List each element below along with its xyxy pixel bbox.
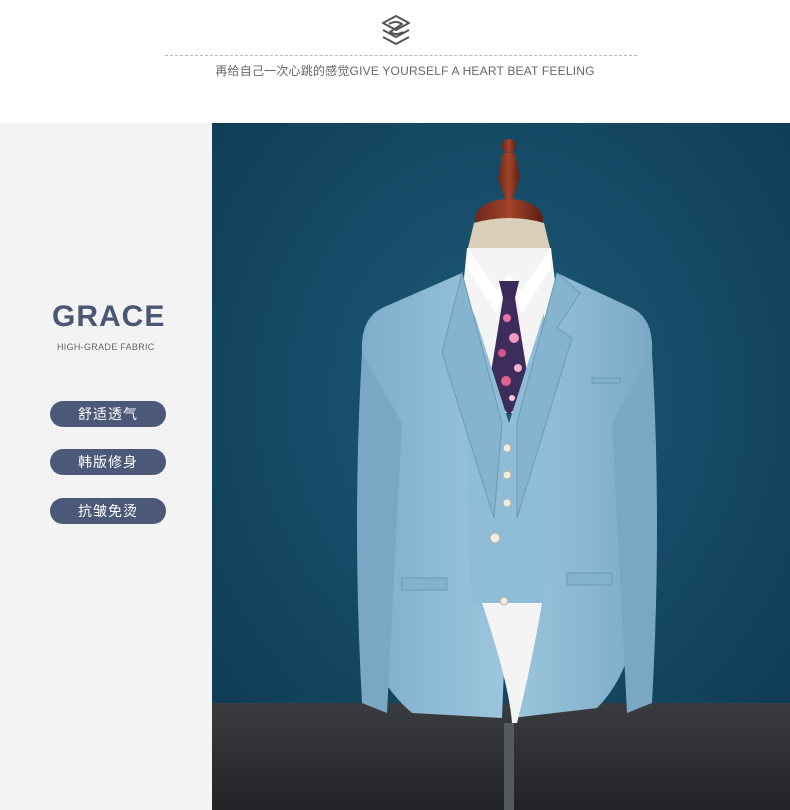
header-tagline: 再给自己一次心跳的感觉GIVE YOURSELF A HEART BEAT FE…: [215, 64, 595, 78]
mannequin-stand: [504, 723, 514, 810]
grace-title: GRACE: [52, 300, 166, 333]
studio-floor: [212, 703, 790, 810]
feature-badge-wrinkle-free: 抗皱免烫: [50, 498, 166, 524]
product-photo: [212, 123, 790, 810]
feature-badge-breathable: 舒适透气: [50, 401, 166, 427]
header-divider: [165, 55, 637, 56]
right-pocket-flap: [566, 572, 613, 586]
left-pocket-flap: [401, 577, 448, 591]
feature-badge-slim-fit: 韩版修身: [50, 449, 166, 475]
stacked-layers-logo-icon: [382, 15, 410, 45]
breast-pocket: [591, 377, 621, 384]
page-header: 再给自己一次心跳的感觉GIVE YOURSELF A HEART BEAT FE…: [0, 0, 790, 123]
fabric-subtitle: HIGH-GRADE FABRIC: [57, 342, 155, 352]
